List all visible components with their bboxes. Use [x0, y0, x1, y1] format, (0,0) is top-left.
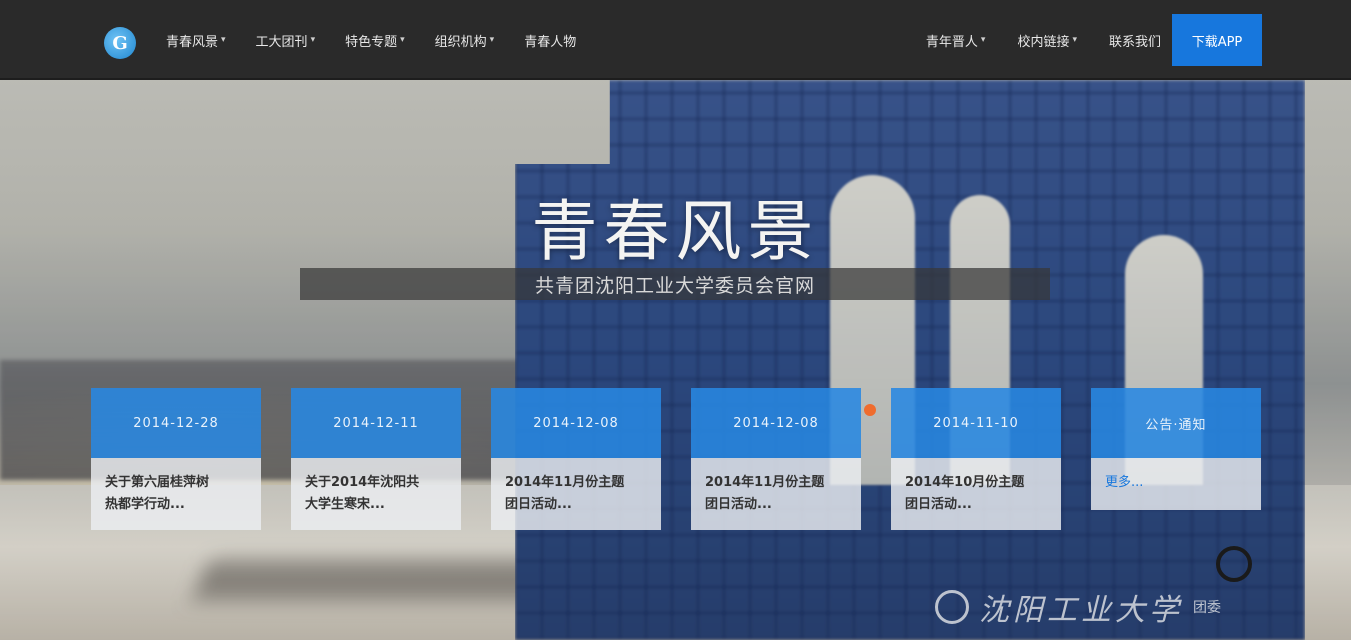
- chevron-down-icon: ▾: [980, 35, 986, 45]
- site-logo[interactable]: G: [104, 27, 136, 59]
- news-card[interactable]: 2014-12-11 关于2014年沈阳共 大学生寒宋...: [291, 388, 461, 530]
- watermark-calligraphy: 沈阳工业大学: [979, 593, 1183, 628]
- nav-item-topics[interactable]: 特色专题 ▾: [345, 31, 405, 50]
- chevron-down-icon: ▾: [400, 35, 405, 45]
- nav-item-scenery[interactable]: 青春风景 ▾: [166, 31, 226, 50]
- more-link[interactable]: 更多...: [1105, 475, 1143, 490]
- chevron-down-icon: ▾: [1072, 35, 1077, 45]
- news-card-text: 热都学行动...: [105, 497, 185, 512]
- nav-item-organization[interactable]: 组织机构 ▾: [435, 31, 495, 50]
- news-card-body: 关于第六届桂萍树 热都学行动...: [91, 458, 261, 530]
- notice-card[interactable]: 公告·通知 更多...: [1091, 388, 1261, 510]
- news-card[interactable]: 2014-12-08 2014年11月份主题 团日活动...: [491, 388, 661, 530]
- news-card-body: 关于2014年沈阳共 大学生寒宋...: [291, 458, 461, 530]
- news-card-body: 2014年10月份主题 团日活动...: [891, 458, 1061, 530]
- news-card-text: 关于2014年沈阳共: [305, 475, 420, 490]
- news-card-date: 2014-12-08: [691, 388, 861, 458]
- news-card[interactable]: 2014-12-08 2014年11月份主题 团日活动...: [691, 388, 861, 530]
- news-card-body: 2014年11月份主题 团日活动...: [691, 458, 861, 530]
- carousel-indicator-dot[interactable]: [864, 404, 876, 416]
- hero-subtitle-bar: 共青团沈阳工业大学委员会官网: [300, 268, 1050, 300]
- news-card[interactable]: 2014-11-10 2014年10月份主题 团日活动...: [891, 388, 1061, 530]
- hero-background: [0, 0, 1351, 640]
- news-card-text: 团日活动...: [905, 497, 972, 512]
- notice-card-title: 公告·通知: [1091, 388, 1261, 458]
- download-app-button[interactable]: 下载APP: [1172, 14, 1262, 66]
- chevron-down-icon: ▾: [221, 35, 226, 45]
- university-watermark: 沈阳工业大学 团委: [935, 585, 1221, 629]
- top-navbar: G 青春风景 ▾ 工大团刊 ▾ 特色专题 ▾ 组织机构 ▾ 青春人物 青年晋人 ▾ 校内链…: [0, 0, 1351, 80]
- nav-left-menu: 青春风景 ▾ 工大团刊 ▾ 特色专题 ▾ 组织机构 ▾ 青春人物: [166, 0, 606, 80]
- news-card-text: 团日活动...: [505, 497, 572, 512]
- chevron-down-icon: ▾: [489, 35, 495, 45]
- news-card-date: 2014-11-10: [891, 388, 1061, 458]
- news-card-date: 2014-12-08: [491, 388, 661, 458]
- nav-right-menu: 青年晋人 ▾ 校内链接 ▾ 联系我们: [894, 0, 1161, 80]
- watermark-tail: 团委: [1193, 600, 1221, 616]
- hero-subtitle: 共青团沈阳工业大学委员会官网: [534, 274, 815, 297]
- nav-item-people[interactable]: 青春人物: [524, 31, 576, 50]
- university-seal-icon: [935, 590, 969, 624]
- news-card-date: 2014-12-28: [91, 388, 261, 458]
- news-card[interactable]: 2014-12-28 关于第六届桂萍树 热都学行动...: [91, 388, 261, 530]
- news-card-body: 2014年11月份主题 团日活动...: [491, 458, 661, 530]
- news-card-text: 大学生寒宋...: [305, 497, 385, 512]
- hero-title: 青春风景: [531, 193, 820, 270]
- nav-item-contact[interactable]: 联系我们: [1109, 31, 1161, 50]
- notice-card-body: 更多...: [1091, 458, 1261, 510]
- news-card-text: 团日活动...: [705, 497, 772, 512]
- nav-item-youth[interactable]: 青年晋人 ▾: [926, 31, 986, 50]
- news-card-text: 2014年11月份主题: [505, 475, 625, 490]
- nav-item-campus-links[interactable]: 校内链接 ▾: [1017, 31, 1077, 50]
- news-card-date: 2014-12-11: [291, 388, 461, 458]
- news-card-text: 2014年11月份主题: [705, 475, 825, 490]
- nav-item-journal[interactable]: 工大团刊 ▾: [256, 31, 316, 50]
- chevron-down-icon: ▾: [310, 35, 316, 45]
- ring-icon: [1216, 546, 1252, 582]
- news-card-text: 2014年10月份主题: [905, 475, 1025, 490]
- news-card-text: 关于第六届桂萍树: [105, 475, 210, 490]
- hero-overlay: [0, 0, 1351, 640]
